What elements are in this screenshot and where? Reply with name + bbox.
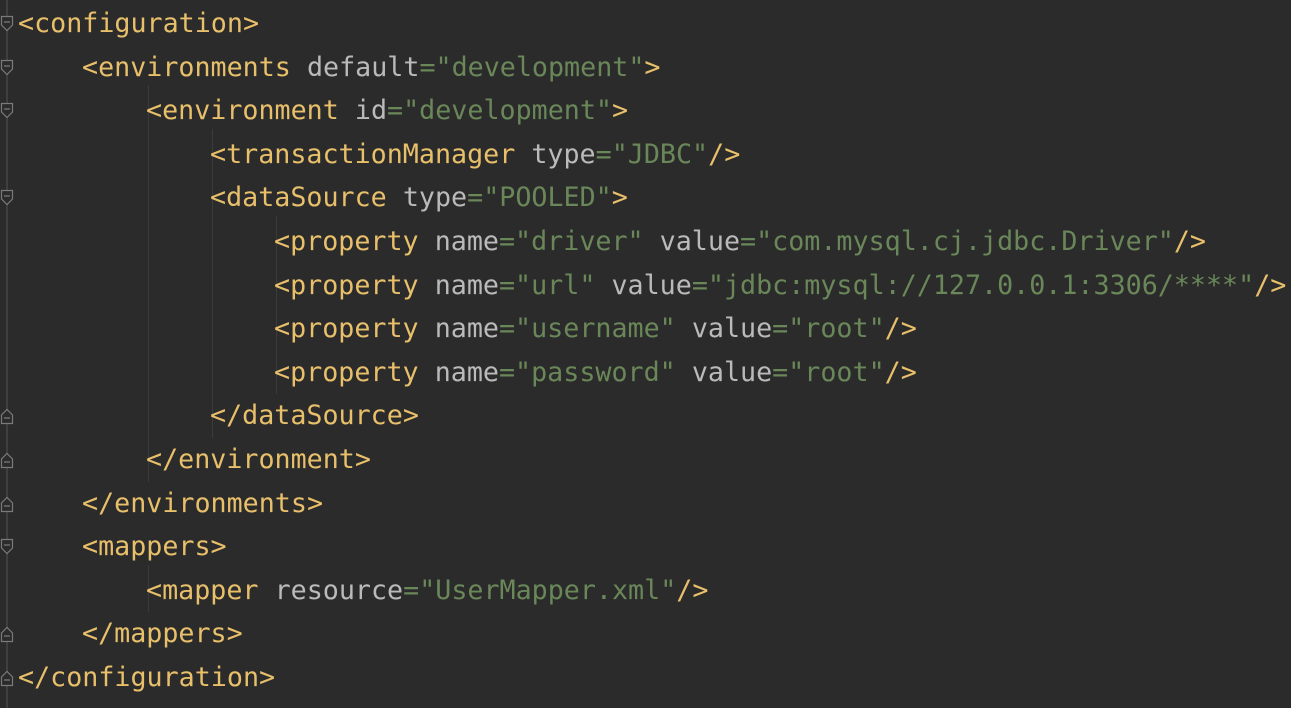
code-line[interactable]: </mappers> xyxy=(82,612,243,656)
xml-tag-close: > xyxy=(226,618,243,650)
code-line[interactable]: </environment> xyxy=(146,438,371,482)
code-line[interactable]: <dataSource type="POOLED"> xyxy=(210,176,628,220)
xml-attribute-name: value xyxy=(659,226,741,257)
xml-tag-close: > xyxy=(611,95,629,127)
xml-tag-open: </environments xyxy=(82,487,307,519)
xml-tag-open: <property xyxy=(274,226,419,257)
fold-end-icon[interactable] xyxy=(0,495,14,513)
xml-attribute-name: name xyxy=(434,226,499,257)
fold-collapse-icon[interactable] xyxy=(0,59,14,77)
fold-collapse-icon[interactable] xyxy=(0,15,14,33)
xml-attribute-name: name xyxy=(434,356,499,388)
xml-tag-close: /> xyxy=(708,138,741,170)
xml-tag-close: > xyxy=(242,8,260,39)
equals-sign: = xyxy=(595,138,612,170)
xml-attribute-name: value xyxy=(691,356,773,388)
equals-sign: = xyxy=(387,95,404,127)
fold-collapse-icon[interactable] xyxy=(0,538,14,556)
xml-tag-close: /> xyxy=(1254,269,1287,301)
xml-attribute-value: "UserMapper.xml" xyxy=(419,574,677,606)
xml-attribute-name: value xyxy=(611,269,692,301)
xml-attribute-value: "development" xyxy=(435,51,645,83)
xml-attribute-value: "root" xyxy=(788,313,885,345)
code-line[interactable]: </configuration> xyxy=(18,656,275,700)
code-line[interactable]: </dataSource> xyxy=(210,394,419,438)
xml-attribute-value: "password" xyxy=(515,356,676,388)
xml-attribute-name: default xyxy=(306,51,420,83)
equals-sign: = xyxy=(498,313,516,345)
xml-tag-close: > xyxy=(306,487,324,519)
xml-tag-open: <configuration xyxy=(18,8,243,39)
xml-tag-close: > xyxy=(644,51,661,83)
fold-end-icon[interactable] xyxy=(0,625,14,643)
equals-sign: = xyxy=(403,574,420,606)
xml-attribute-name: type xyxy=(531,138,596,170)
xml-tag-open: </environment xyxy=(146,444,355,475)
code-editor[interactable]: <configuration> <environments default="de… xyxy=(0,0,1291,708)
equals-sign: = xyxy=(419,51,436,83)
xml-attribute-name: resource xyxy=(274,574,404,606)
xml-attribute-name: value xyxy=(691,313,773,345)
xml-tag-open: </configuration xyxy=(18,662,260,693)
code-line[interactable]: <transactionManager type="JDBC"/> xyxy=(210,133,740,177)
fold-collapse-icon[interactable] xyxy=(0,102,14,120)
xml-tag-open: <environments xyxy=(82,51,291,83)
code-line[interactable]: <environment id="development"> xyxy=(146,89,628,133)
xml-tag-open: <property xyxy=(274,313,419,345)
xml-tag-close: /> xyxy=(884,313,917,345)
xml-attribute-name: name xyxy=(434,269,499,301)
equals-sign: = xyxy=(498,356,516,388)
equals-sign: = xyxy=(772,356,789,388)
xml-tag-open: <property xyxy=(274,269,419,301)
code-line[interactable]: <property name="url" value="jdbc:mysql:/… xyxy=(274,264,1286,308)
xml-attribute-value: "com.mysql.cj.jdbc.Driver" xyxy=(756,226,1174,257)
code-line[interactable]: <mapper resource="UserMapper.xml"/> xyxy=(146,569,708,613)
xml-tag-close: /> xyxy=(676,574,709,606)
equals-sign: = xyxy=(498,269,516,301)
fold-collapse-icon[interactable] xyxy=(0,189,14,207)
xml-tag-open: <mappers xyxy=(82,531,211,563)
code-line[interactable]: <property name="driver" value="com.mysql… xyxy=(274,220,1206,264)
xml-attribute-value: "POOLED" xyxy=(483,182,612,214)
xml-attribute-name: type xyxy=(402,182,468,214)
xml-tag-open: <environment xyxy=(146,95,339,127)
xml-tag-close: > xyxy=(611,182,628,214)
equals-sign: = xyxy=(498,226,516,257)
xml-tag-close: > xyxy=(259,662,276,693)
indent-guide xyxy=(148,85,149,482)
equals-sign: = xyxy=(467,182,484,214)
code-line[interactable]: <environments default="development"> xyxy=(82,46,660,90)
equals-sign: = xyxy=(691,269,708,301)
xml-attribute-value: "development" xyxy=(403,95,612,127)
xml-attribute-value: "driver" xyxy=(515,226,644,257)
xml-tag-open: <mapper xyxy=(146,574,259,606)
equals-sign: = xyxy=(740,226,757,257)
fold-end-icon[interactable] xyxy=(0,407,14,425)
xml-tag-open: <dataSource xyxy=(210,182,387,214)
xml-tag-close: > xyxy=(354,444,371,475)
xml-attribute-value: "url" xyxy=(515,269,596,301)
code-line[interactable]: </environments> xyxy=(82,482,323,526)
fold-end-icon[interactable] xyxy=(0,669,14,687)
xml-tag-open: <property xyxy=(274,356,419,388)
code-line[interactable]: <mappers> xyxy=(82,525,227,569)
xml-attribute-name: id xyxy=(354,95,388,127)
code-line[interactable]: <property name="password" value="root"/> xyxy=(274,351,917,395)
xml-attribute-name: name xyxy=(434,313,499,345)
equals-sign: = xyxy=(772,313,789,345)
xml-tag-open: <transactionManager xyxy=(210,138,516,170)
xml-attribute-value: "jdbc:mysql://127.0.0.1:3306/****" xyxy=(707,269,1255,301)
code-line[interactable]: <configuration> xyxy=(18,2,259,46)
xml-attribute-value: "root" xyxy=(788,356,885,388)
xml-tag-close: /> xyxy=(1173,226,1206,257)
xml-tag-open: </mappers xyxy=(82,618,227,650)
xml-tag-close: > xyxy=(210,531,227,563)
xml-tag-open: </dataSource xyxy=(210,400,403,432)
xml-tag-close: /> xyxy=(884,356,917,388)
xml-tag-close: > xyxy=(402,400,419,432)
fold-end-icon[interactable] xyxy=(0,451,14,469)
code-line[interactable]: <property name="username" value="root"/> xyxy=(274,307,917,351)
xml-attribute-value: "JDBC" xyxy=(611,138,709,170)
xml-attribute-value: "username" xyxy=(515,313,676,345)
